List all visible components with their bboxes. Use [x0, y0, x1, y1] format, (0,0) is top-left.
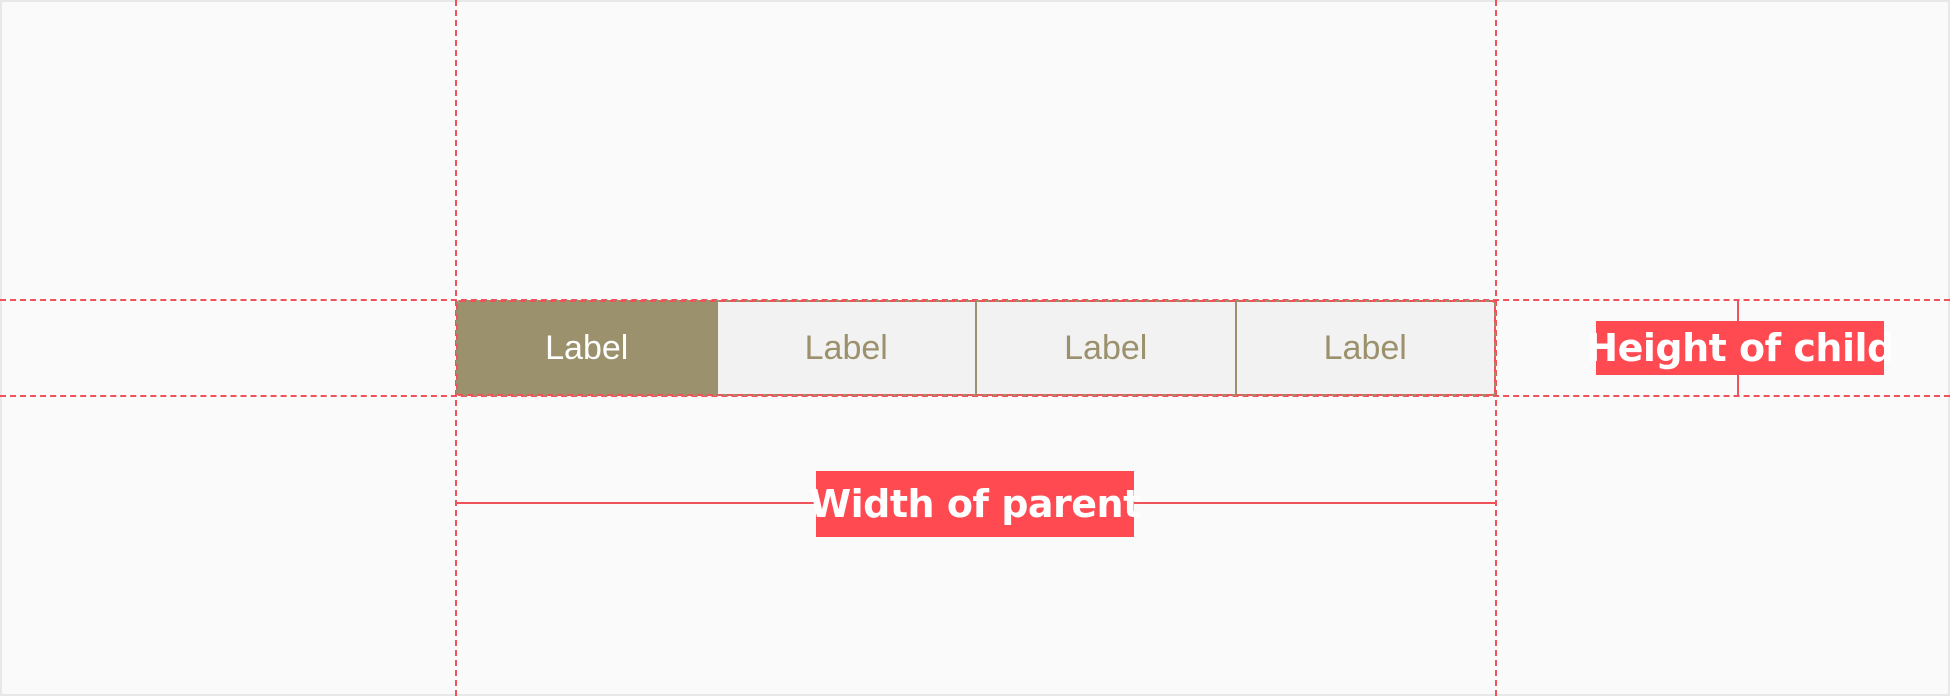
segmented-control: Label Label Label Label: [456, 300, 1496, 396]
height-of-child-tag: Height of child: [1586, 321, 1894, 375]
segment-3[interactable]: Label: [975, 302, 1235, 394]
width-of-parent-tag: Width of parent: [809, 471, 1141, 537]
segment-1[interactable]: Label: [458, 302, 716, 394]
segment-4[interactable]: Label: [1234, 302, 1494, 394]
segment-2[interactable]: Label: [715, 302, 975, 394]
